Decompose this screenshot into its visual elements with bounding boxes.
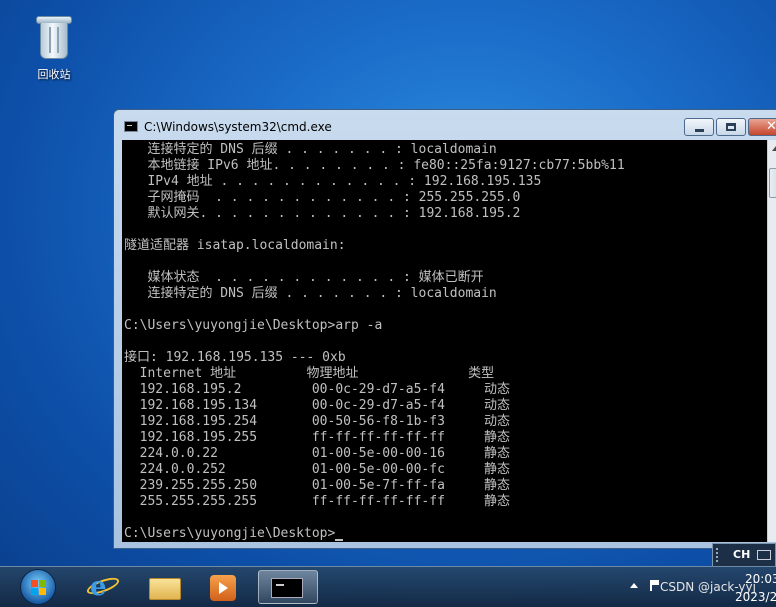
- console-line: Internet 地址 物理地址 类型: [124, 366, 495, 381]
- console-line: 255.255.255.255 ff-ff-ff-ff-ff-ff 静态: [124, 494, 511, 509]
- console-line: IPv4 地址 . . . . . . . . . . . . : 192.16…: [124, 174, 542, 189]
- console-prompt: C:\Users\yuyongjie\Desktop>: [124, 526, 336, 541]
- console-line: 连接特定的 DNS 后缀 . . . . . . . : localdomain: [124, 142, 497, 157]
- recycle-bin-label: 回收站: [37, 68, 71, 81]
- recycle-bin-icon: [36, 14, 72, 60]
- language-bar[interactable]: CH: [712, 543, 776, 567]
- keyboard-icon[interactable]: [757, 550, 771, 560]
- window-titlebar[interactable]: C:\Windows\system32\cmd.exe ✕: [114, 110, 776, 140]
- clock-time[interactable]: 20:03: [745, 572, 776, 586]
- console-line: 192.168.195.255 ff-ff-ff-ff-ff-ff 静态: [124, 430, 511, 445]
- language-indicator[interactable]: CH: [733, 548, 750, 561]
- console-line: 192.168.195.2 00-0c-29-d7-a5-f4 动态: [124, 382, 511, 397]
- show-hidden-icons-icon[interactable]: [630, 583, 638, 588]
- console-line: 本地链接 IPv6 地址. . . . . . . . : fe80::25fa…: [124, 158, 625, 173]
- scroll-thumb[interactable]: [769, 168, 776, 198]
- grip-icon[interactable]: [716, 548, 722, 562]
- console-line: 默认网关. . . . . . . . . . . . . : 192.168.…: [124, 206, 521, 221]
- media-player-button[interactable]: [198, 570, 250, 604]
- minimize-button[interactable]: [684, 118, 714, 136]
- windows-explorer-button[interactable]: [140, 570, 192, 604]
- console-line: 192.168.195.134 00-0c-29-d7-a5-f4 动态: [124, 398, 511, 413]
- cmd-taskbar-button[interactable]: [258, 570, 318, 604]
- console-line: 接口: 192.168.195.135 --- 0xb: [124, 350, 346, 365]
- clock-date[interactable]: 2023/2: [735, 590, 776, 604]
- console-prompt-line[interactable]: C:\Users\yuyongjie\Desktop>: [124, 526, 344, 542]
- console-line: 隧道适配器 isatap.localdomain:: [124, 238, 346, 253]
- scroll-up-icon[interactable]: [768, 140, 776, 157]
- start-button[interactable]: [20, 569, 56, 605]
- minimize-icon: [695, 129, 704, 132]
- cmd-window[interactable]: C:\Windows\system32\cmd.exe ✕ 连接特定的 DNS …: [113, 109, 776, 549]
- cmd-window-icon[interactable]: [124, 121, 138, 132]
- console-line: C:\Users\yuyongjie\Desktop>arp -a: [124, 318, 383, 333]
- windows-logo-icon: [31, 580, 47, 596]
- desktop: 回收站 C:\Windows\system32\cmd.exe ✕ 连接特定的 …: [0, 0, 776, 567]
- console-line: 媒体状态 . . . . . . . . . . . . : 媒体已断开: [124, 270, 484, 285]
- cmd-icon: [271, 578, 303, 598]
- console-line: 224.0.0.252 01-00-5e-00-00-fc 静态: [124, 462, 511, 477]
- console-line: 连接特定的 DNS 后缀 . . . . . . . : localdomain: [124, 286, 497, 301]
- folder-icon: [149, 578, 181, 600]
- console-line: 192.168.195.254 00-50-56-f8-1b-f3 动态: [124, 414, 511, 429]
- console-line: 224.0.0.22 01-00-5e-00-00-16 静态: [124, 446, 511, 461]
- text-cursor: [335, 539, 344, 541]
- play-icon: [219, 582, 228, 594]
- internet-explorer-icon: e: [90, 572, 107, 602]
- console-line: 子网掩码 . . . . . . . . . . . . : 255.255.2…: [124, 190, 521, 205]
- close-icon: ✕: [766, 119, 776, 134]
- maximize-button[interactable]: [716, 118, 746, 136]
- console-output[interactable]: 连接特定的 DNS 后缀 . . . . . . . : localdomain…: [122, 140, 767, 542]
- internet-explorer-button[interactable]: e: [78, 570, 130, 604]
- console-line: 239.255.255.250 01-00-5e-7f-ff-fa 静态: [124, 478, 511, 493]
- close-button[interactable]: ✕: [748, 118, 776, 136]
- maximize-icon: [726, 123, 736, 131]
- window-title: C:\Windows\system32\cmd.exe: [144, 120, 332, 134]
- recycle-bin-shortcut[interactable]: 回收站: [24, 14, 84, 82]
- vertical-scrollbar[interactable]: [767, 140, 776, 542]
